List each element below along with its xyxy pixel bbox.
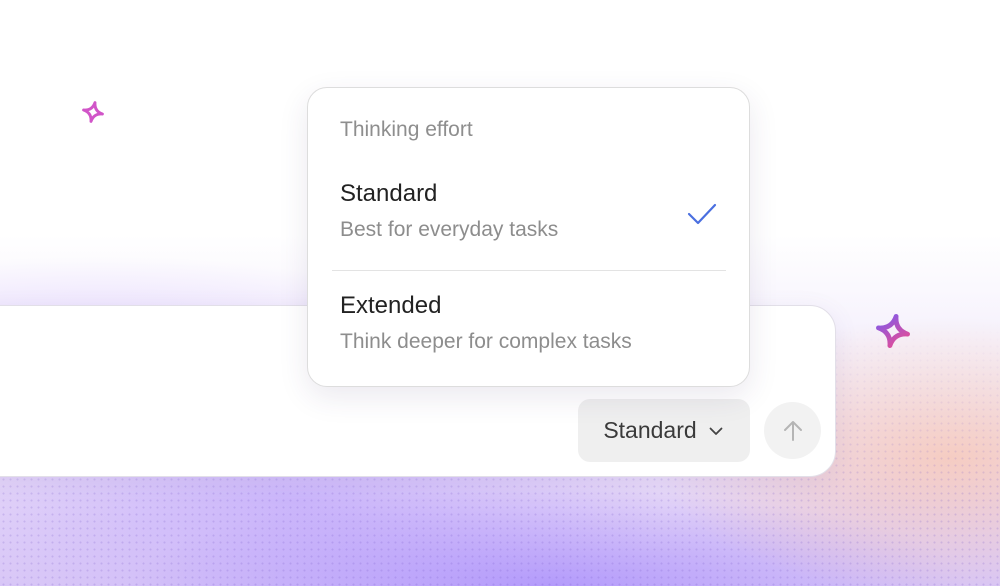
menu-option-extended[interactable]: Extended Think deeper for complex tasks	[308, 288, 749, 378]
arrow-up-icon	[783, 420, 802, 441]
option-title: Extended	[340, 292, 442, 319]
chevron-down-icon	[709, 427, 723, 435]
sparkle-icon	[876, 314, 910, 348]
menu-option-standard[interactable]: Standard Best for everyday tasks	[308, 176, 749, 268]
sparkle-icon	[82, 101, 104, 123]
option-description: Best for everyday tasks	[340, 218, 559, 241]
checkmark-icon	[687, 203, 717, 225]
send-button[interactable]	[764, 402, 821, 459]
option-title: Standard	[340, 180, 438, 207]
thinking-effort-label: Standard	[603, 417, 697, 443]
thinking-effort-menu: Thinking effort Standard Best for everyd…	[307, 87, 750, 387]
thinking-effort-dropdown-button[interactable]: Standard	[578, 399, 750, 462]
option-description: Think deeper for complex tasks	[340, 330, 632, 353]
menu-heading: Thinking effort	[340, 118, 473, 141]
menu-divider	[332, 270, 726, 271]
